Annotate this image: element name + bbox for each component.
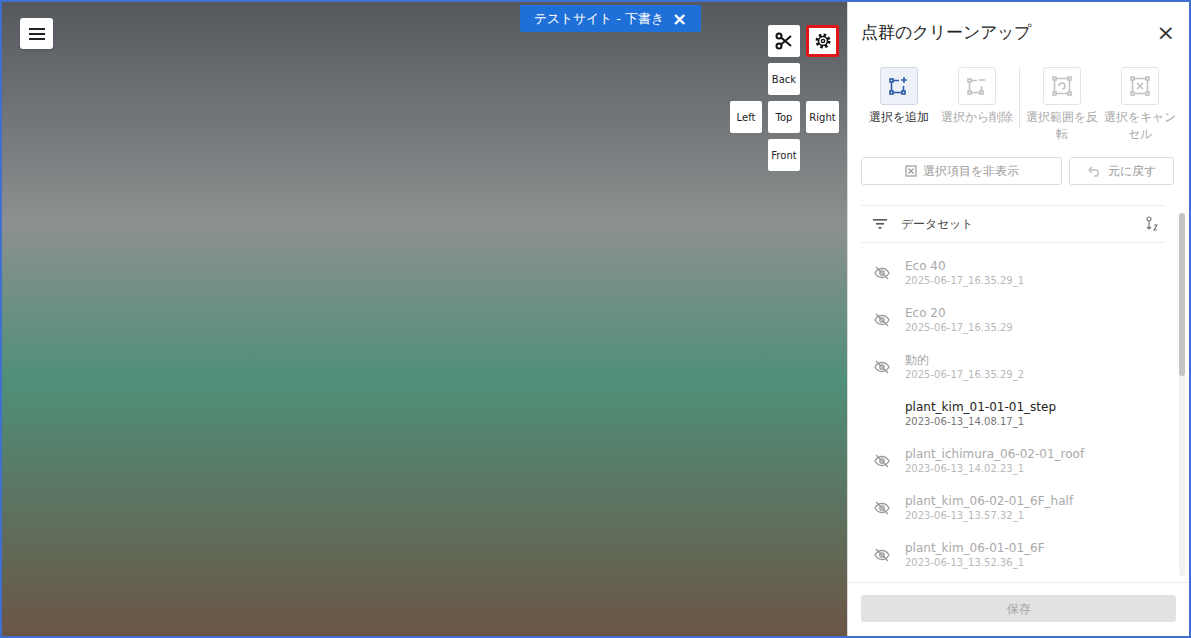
dataset-date: 2025-06-17_16.35.29_2 [905,368,1024,382]
tool-label: 選択を追加 [862,109,936,126]
hide-icon [905,165,917,177]
dataset-date: 2025-06-17_16.35.29_1 [905,274,1024,288]
sort-icon [1145,216,1159,232]
dataset-text: Eco 202025-06-17_16.35.29 [905,305,1013,335]
list-header: データセット [861,205,1165,243]
action-row: 選択項目を非表示 元に戻す [848,157,1189,185]
invert-icon [1052,76,1072,96]
view-button[interactable]: Front [768,139,800,171]
view-controls: BackLeftTopRightFront [730,25,839,171]
close-button[interactable]: × [1157,22,1175,44]
dataset-row[interactable]: plant_kim_01-01-01_step2023-06-13_14.08.… [861,390,1165,437]
tool-label: 選択範囲を反転 [1025,109,1099,143]
eye-off-icon [874,312,890,328]
visibility-slot[interactable] [874,265,892,281]
visibility-slot[interactable] [874,453,892,469]
scrollbar-thumb[interactable] [1179,213,1185,376]
view-button[interactable]: Right [806,101,839,133]
action-label: 元に戻す [1108,162,1156,180]
save-button: 保存 [861,595,1176,622]
dataset-date: 2023-06-13_13.52.36_1 [905,556,1045,570]
tool-icon-box [1121,67,1159,105]
dataset-text: Eco 402025-06-17_16.35.29_1 [905,258,1024,288]
undo-button: 元に戻す [1069,157,1174,185]
tool-label: 選択をキャンセル [1103,109,1177,143]
filter-icon [873,218,887,230]
dataset-name: 動的 [905,352,1024,368]
remove-icon [967,76,987,96]
add-icon [889,76,909,96]
badge-close[interactable]: × [672,10,687,28]
dataset-text: plant_ichimura_06-02-01_roof2023-06-13_1… [905,446,1084,476]
undo-icon [1088,165,1102,177]
tool-button: 選択範囲を反転 [1023,67,1101,143]
dataset-text: 動的2025-06-17_16.35.29_2 [905,352,1024,382]
tool-icon-box [1043,67,1081,105]
dataset-row[interactable]: 動的2025-06-17_16.35.29_2 [861,343,1165,390]
menu-icon [29,27,45,41]
cleanup-panel: 点群のクリーンアップ × 選択を追加選択から削除選択範囲を反転選択をキャンセル選択項… [847,2,1189,636]
save-label: 保存 [1007,600,1031,618]
dataset-date: 2025-06-17_16.35.29 [905,321,1013,335]
dataset-name: Eco 40 [905,258,1024,274]
eye-off-icon [874,265,890,281]
hide-button: 選択項目を非表示 [861,157,1062,185]
dataset-date: 2023-06-13_14.08.17_1 [905,415,1056,429]
dataset-row[interactable]: Eco 202025-06-17_16.35.29 [861,296,1165,343]
dataset-section: データセットEco 402025-06-17_16.35.29_1Eco 202… [848,205,1189,582]
dataset-name: plant_ichimura_06-02-01_roof [905,446,1084,462]
visibility-slot[interactable] [874,406,892,422]
dataset-name: plant_kim_01-01-01_step [905,399,1056,415]
tool-button: 選択から削除 [938,67,1016,126]
view-button[interactable]: Back [768,63,800,95]
menu-button[interactable] [20,18,53,49]
settings-icon [814,32,832,50]
eye-off-icon [874,359,890,375]
tool-separator [1019,67,1020,129]
dataset-row[interactable]: plant_kim_06-01-01_6F2023-06-13_13.52.36… [861,531,1165,578]
dataset-name: Eco 20 [905,305,1013,321]
dataset-row[interactable]: plant_ichimura_06-02-01_roof2023-06-13_1… [861,437,1165,484]
scissors-button[interactable] [768,25,800,57]
tool-row: 選択を追加選択から削除選択範囲を反転選択をキャンセル [848,64,1189,143]
visibility-slot[interactable] [874,359,892,375]
settings-button[interactable] [806,25,839,57]
cancel-icon [1130,76,1150,96]
action-label: 選択項目を非表示 [923,162,1019,180]
panel-title: 点群のクリーンアップ [861,20,1031,46]
dataset-text: plant_kim_06-02-01_6F_half2023-06-13_13.… [905,493,1073,523]
save-area: 保存 [848,582,1189,636]
dataset-name: plant_kim_06-02-01_6F_half [905,493,1073,509]
tool-button[interactable]: 選択を追加 [860,67,938,126]
tool-icon-box [880,67,918,105]
visibility-slot[interactable] [874,547,892,563]
scrollbar-track[interactable] [1179,213,1185,576]
dataset-name: plant_kim_06-01-01_6F [905,540,1045,556]
panel-header: 点群のクリーンアップ × [848,2,1189,64]
eye-off-icon [874,500,890,516]
eye-off-icon [874,453,890,469]
point-cloud-viewer[interactable]: テストサイト - 下書き × BackLeftTopRightFront [2,2,847,636]
badge-label: テストサイト - 下書き [534,9,664,29]
visibility-slot[interactable] [874,500,892,516]
site-badge: テストサイト - 下書き × [520,5,701,32]
scissors-icon [775,32,793,50]
tool-icon-box [958,67,996,105]
eye-off-icon [874,547,890,563]
dataset-row[interactable]: plant_kim_06-02-01_6F_half2023-06-13_13.… [861,484,1165,531]
visibility-slot[interactable] [874,312,892,328]
dataset-list: Eco 402025-06-17_16.35.29_1Eco 202025-06… [861,243,1165,582]
view-button[interactable]: Top [768,101,800,133]
tool-button: 選択をキャンセル [1101,67,1179,143]
dataset-text: plant_kim_06-01-01_6F2023-06-13_13.52.36… [905,540,1045,570]
dataset-date: 2023-06-13_14.02.23_1 [905,462,1084,476]
dataset-date: 2023-06-13_13.57.32_1 [905,509,1073,523]
list-header-label: データセット [901,215,1145,233]
tool-label: 選択から削除 [940,109,1014,126]
view-button[interactable]: Left [730,101,762,133]
dataset-text: plant_kim_01-01-01_step2023-06-13_14.08.… [905,399,1056,429]
dataset-row[interactable]: Eco 402025-06-17_16.35.29_1 [861,249,1165,296]
